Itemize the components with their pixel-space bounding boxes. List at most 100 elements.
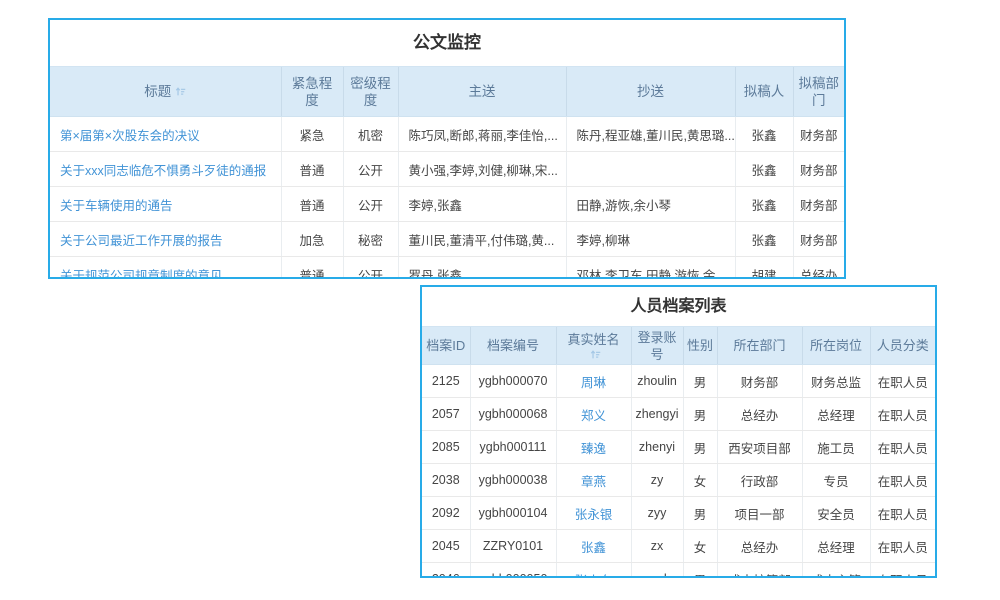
cell-doc-title: 关于规范公司规章制度的意见 <box>50 257 281 280</box>
cell-id: 2038 <box>422 464 470 497</box>
cell-category: 在职人员 <box>870 365 935 398</box>
cell-id: 2046 <box>422 563 470 579</box>
cell-category: 在职人员 <box>870 431 935 464</box>
person-name-link[interactable]: 张鑫 <box>581 541 606 555</box>
doc-monitor-table: 标题 紧急程度 密级程度 主送 抄送 拟稿人 拟稿部门 第×届第×次股东会的决议… <box>50 67 844 279</box>
person-name-link[interactable]: 张永银 <box>575 508 613 522</box>
cell-dept: 总经办 <box>717 398 802 431</box>
table-row: 2045 ZZRY0101 张鑫 zx 女 总经办 总经理 在职人员 <box>422 530 935 563</box>
cell-urgency: 紧急 <box>281 117 343 152</box>
person-col-id: 档案ID <box>422 327 470 365</box>
cell-urgency: 加急 <box>281 222 343 257</box>
table-row: 关于车辆使用的通告 普通 公开 李婷,张鑫 田静,游恢,余小琴 张鑫 财务部 <box>50 187 844 222</box>
cell-name: 张小东 <box>556 563 631 579</box>
person-name-link[interactable]: 张小东 <box>575 574 613 579</box>
doc-title-link[interactable]: 关于车辆使用的通告 <box>60 199 173 213</box>
doc-title-link[interactable]: 关于规范公司规章制度的意见 <box>60 269 223 280</box>
doc-title-link[interactable]: 关于xxx同志临危不惧勇斗歹徒的通报 <box>60 164 266 178</box>
cell-gender: 女 <box>683 530 717 563</box>
cell-name: 臻逸 <box>556 431 631 464</box>
cell-code: ygbh000104 <box>470 497 556 530</box>
doc-header-row: 标题 紧急程度 密级程度 主送 抄送 拟稿人 拟稿部门 <box>50 67 844 117</box>
doc-col-main-to: 主送 <box>398 67 566 117</box>
cell-post: 财务总监 <box>802 365 870 398</box>
cell-gender: 男 <box>683 497 717 530</box>
person-name-link[interactable]: 章燕 <box>581 475 606 489</box>
cell-gender: 男 <box>683 431 717 464</box>
cell-account: zyy <box>631 497 683 530</box>
cell-secrecy: 机密 <box>343 117 398 152</box>
cell-drafter: 胡建 <box>735 257 793 280</box>
cell-drafter: 张鑫 <box>735 187 793 222</box>
cell-post: 安全员 <box>802 497 870 530</box>
table-row: 2057 ygbh000068 郑义 zhengyi 男 总经办 总经理 在职人… <box>422 398 935 431</box>
cell-doc-title: 关于公司最近工作开展的报告 <box>50 222 281 257</box>
sort-icon[interactable] <box>175 86 186 97</box>
cell-cc <box>566 152 735 187</box>
table-row: 2085 ygbh000111 臻逸 zhenyi 男 西安项目部 施工员 在职… <box>422 431 935 464</box>
cell-dept: 西安项目部 <box>717 431 802 464</box>
cell-dept: 行政部 <box>717 464 802 497</box>
cell-cc: 邓林,李卫东,田静,游恢,余... <box>566 257 735 280</box>
doc-col-urgency: 紧急程度 <box>281 67 343 117</box>
cell-dept: 财务部 <box>793 222 844 257</box>
doc-col-drafter: 拟稿人 <box>735 67 793 117</box>
doc-col-title-label: 标题 <box>144 84 171 99</box>
doc-title-link[interactable]: 关于公司最近工作开展的报告 <box>60 234 223 248</box>
cell-post: 总经理 <box>802 530 870 563</box>
sort-icon[interactable] <box>564 349 628 361</box>
cell-account: zxd <box>631 563 683 579</box>
cell-main-to: 罗丹,张鑫 <box>398 257 566 280</box>
person-col-category: 人员分类 <box>870 327 935 365</box>
doc-col-secrecy: 密级程度 <box>343 67 398 117</box>
person-col-name[interactable]: 真实姓名 <box>556 327 631 365</box>
person-col-account: 登录账号 <box>631 327 683 365</box>
cell-category: 在职人员 <box>870 563 935 579</box>
personnel-panel: 人员档案列表 档案ID 档案编号 真实姓名 登录账号 性别 所在部门 所在岗位 … <box>420 285 937 578</box>
person-name-link[interactable]: 臻逸 <box>581 442 606 456</box>
cell-category: 在职人员 <box>870 497 935 530</box>
table-row: 2125 ygbh000070 周琳 zhoulin 男 财务部 财务总监 在职… <box>422 365 935 398</box>
person-name-link[interactable]: 周琳 <box>581 376 606 390</box>
cell-code: ygbh000070 <box>470 365 556 398</box>
cell-account: zhengyi <box>631 398 683 431</box>
person-name-link[interactable]: 郑义 <box>581 409 606 423</box>
cell-drafter: 张鑫 <box>735 117 793 152</box>
cell-name: 张鑫 <box>556 530 631 563</box>
cell-drafter: 张鑫 <box>735 222 793 257</box>
cell-urgency: 普通 <box>281 187 343 222</box>
doc-monitor-title: 公文监控 <box>50 20 844 67</box>
cell-dept: 财务部 <box>793 187 844 222</box>
cell-category: 在职人员 <box>870 530 935 563</box>
doc-col-dept: 拟稿部门 <box>793 67 844 117</box>
cell-account: zhenyi <box>631 431 683 464</box>
table-row: 关于xxx同志临危不惧勇斗歹徒的通报 普通 公开 黄小强,李婷,刘健,柳琳,宋.… <box>50 152 844 187</box>
cell-category: 在职人员 <box>870 398 935 431</box>
cell-name: 周琳 <box>556 365 631 398</box>
cell-main-to: 李婷,张鑫 <box>398 187 566 222</box>
person-col-dept: 所在部门 <box>717 327 802 365</box>
cell-dept: 成本核算部 <box>717 563 802 579</box>
personnel-header-row: 档案ID 档案编号 真实姓名 登录账号 性别 所在部门 所在岗位 人员分类 <box>422 327 935 365</box>
cell-dept: 项目一部 <box>717 497 802 530</box>
table-row: 第×届第×次股东会的决议 紧急 机密 陈巧凤,断郎,蒋丽,李佳怡,... 陈丹,… <box>50 117 844 152</box>
cell-category: 在职人员 <box>870 464 935 497</box>
cell-urgency: 普通 <box>281 152 343 187</box>
cell-secrecy: 公开 <box>343 257 398 280</box>
cell-main-to: 董川民,董清平,付伟璐,黄... <box>398 222 566 257</box>
doc-col-title[interactable]: 标题 <box>50 67 281 117</box>
table-row: 2038 ygbh000038 章燕 zy 女 行政部 专员 在职人员 <box>422 464 935 497</box>
cell-code: ygbh000050 <box>470 563 556 579</box>
doc-monitor-panel: 公文监控 标题 紧急程度 密级程度 主送 抄送 拟稿人 拟稿部门 第×届第×次股… <box>48 18 846 279</box>
cell-account: zy <box>631 464 683 497</box>
cell-code: ZZRY0101 <box>470 530 556 563</box>
cell-secrecy: 公开 <box>343 152 398 187</box>
doc-col-cc: 抄送 <box>566 67 735 117</box>
cell-cc: 田静,游恢,余小琴 <box>566 187 735 222</box>
cell-doc-title: 关于车辆使用的通告 <box>50 187 281 222</box>
personnel-table: 档案ID 档案编号 真实姓名 登录账号 性别 所在部门 所在岗位 人员分类 21… <box>422 327 935 578</box>
cell-account: zhoulin <box>631 365 683 398</box>
cell-post: 施工员 <box>802 431 870 464</box>
doc-title-link[interactable]: 第×届第×次股东会的决议 <box>60 129 200 143</box>
cell-id: 2092 <box>422 497 470 530</box>
